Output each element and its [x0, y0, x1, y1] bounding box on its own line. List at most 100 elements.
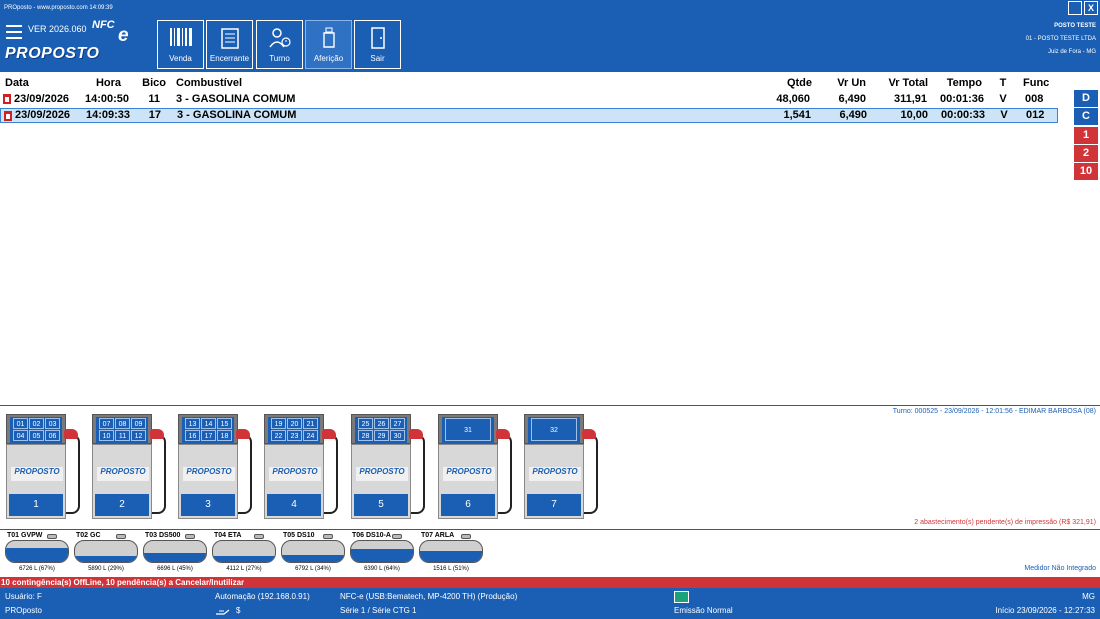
turno-info: Turno: 000525 - 23/09/2026 - 12:01:56 - … — [892, 408, 1096, 415]
posto-info: POSTO TESTE 01 - POSTO TESTE LTDA Juiz d… — [1026, 20, 1096, 59]
tank-fill-level — [420, 551, 482, 562]
pump-logo: PROPOSTO — [97, 467, 149, 481]
nozzle-03[interactable]: 03 — [45, 418, 60, 429]
cell-data: 23/09/2026 — [15, 109, 71, 121]
col-t[interactable]: T — [994, 76, 1012, 91]
nozzle-05[interactable]: 05 — [29, 430, 44, 441]
tank-body — [419, 540, 483, 563]
nozzle-08[interactable]: 08 — [115, 418, 130, 429]
nozzle-28[interactable]: 28 — [358, 430, 373, 441]
nozzle-11[interactable]: 11 — [115, 430, 130, 441]
nozzle-24[interactable]: 24 — [303, 430, 318, 441]
table-row[interactable]: 23/09/2026 14:00:50 11 3 - GASOLINA COMU… — [0, 92, 1058, 107]
tank-cap-icon — [116, 534, 126, 539]
pump-body: PROPOSTO 2 — [92, 444, 152, 519]
pump-3[interactable]: 13 14 15 16 17 18 PROPOSTO 3 — [176, 414, 262, 520]
fuel-nozzle-icon — [496, 429, 510, 439]
nozzle-29[interactable]: 29 — [374, 430, 389, 441]
tank-1[interactable]: T01 GVPW 6726 L (67%) — [3, 531, 71, 576]
nozzle-09[interactable]: 09 — [131, 418, 146, 429]
close-button[interactable]: X — [1084, 1, 1098, 15]
nozzle-06[interactable]: 06 — [45, 430, 60, 441]
side-button-d[interactable]: D — [1074, 90, 1098, 107]
pump-number: 2 — [95, 494, 149, 516]
emissao-indicator — [674, 591, 689, 603]
nozzle-30[interactable]: 30 — [390, 430, 405, 441]
tank-6[interactable]: T06 DS10-A 6390 L (64%) — [348, 531, 416, 576]
hose-icon — [584, 434, 598, 514]
barcode-icon — [158, 27, 203, 49]
tank-4[interactable]: T04 ETA 4112 L (27%) — [210, 531, 278, 576]
contingency-bar[interactable]: 10 contingência(s) OffLine, 10 pendência… — [0, 577, 1100, 588]
col-bico[interactable]: Bico — [136, 76, 166, 91]
nozzle-21[interactable]: 21 — [303, 418, 318, 429]
posto-city: Juiz de Fora - MG — [1047, 49, 1096, 55]
pump-7[interactable]: 32 PROPOSTO 7 — [522, 414, 608, 520]
document-icon — [4, 111, 12, 121]
turno-button[interactable]: Turno — [256, 20, 303, 69]
nozzle-18[interactable]: 18 — [217, 430, 232, 441]
nozzle-14[interactable]: 14 — [201, 418, 216, 429]
col-hora[interactable]: Hora — [85, 76, 121, 91]
col-func[interactable]: Func — [1023, 76, 1049, 91]
side-button-1[interactable]: 1 — [1074, 127, 1098, 144]
pump-display: 01 02 03 04 05 06 — [6, 414, 66, 444]
nozzle-01[interactable]: 01 — [13, 418, 28, 429]
table-row-selected[interactable]: 23/09/2026 14:09:33 17 3 - GASOLINA COMU… — [0, 108, 1058, 123]
hamburger-menu-icon[interactable] — [6, 25, 22, 39]
nozzle-26[interactable]: 26 — [374, 418, 389, 429]
tank-label: T07 ARLA — [421, 532, 455, 539]
pump-body: PROPOSTO 5 — [351, 444, 411, 519]
col-combustivel[interactable]: Combustível — [176, 76, 242, 91]
abastecimentos-grid: Data Hora Bico Combustível Qtde Vr Un Vr… — [0, 72, 1100, 406]
pump-6[interactable]: 31 PROPOSTO 6 — [436, 414, 522, 520]
col-data[interactable]: Data — [5, 76, 29, 91]
cell-vrun: 6,490 — [839, 109, 867, 121]
nozzle-22[interactable]: 22 — [271, 430, 286, 441]
minimize-button[interactable] — [1068, 1, 1082, 15]
nozzle-16[interactable]: 16 — [185, 430, 200, 441]
pump-5[interactable]: 25 26 27 28 29 30 PROPOSTO 5 — [349, 414, 435, 520]
pump-1[interactable]: 01 02 03 04 05 06 PROPOSTO 1 — [4, 414, 90, 520]
side-button-2[interactable]: 2 — [1074, 145, 1098, 162]
afericao-button[interactable]: Aferição — [305, 20, 352, 69]
tank-3[interactable]: T03 DS500 6696 L (45%) — [141, 531, 209, 576]
tank-2[interactable]: T02 GC 5890 L (29%) — [72, 531, 140, 576]
fuel-nozzle-icon — [582, 429, 596, 439]
col-qtde[interactable]: Qtde — [740, 76, 812, 91]
nozzle-02[interactable]: 02 — [29, 418, 44, 429]
tank-volume: 6696 L (45%) — [157, 566, 193, 572]
tank-label: T03 DS500 — [145, 532, 181, 539]
col-tempo[interactable]: Tempo — [935, 76, 982, 91]
nozzle-25[interactable]: 25 — [358, 418, 373, 429]
nozzle-10[interactable]: 10 — [99, 430, 114, 441]
tank-volume: 6792 L (34%) — [295, 566, 331, 572]
pump-4[interactable]: 19 20 21 22 23 24 PROPOSTO 4 — [262, 414, 348, 520]
nozzle-07[interactable]: 07 — [99, 418, 114, 429]
nozzle-19[interactable]: 19 — [271, 418, 286, 429]
nozzle-31[interactable]: 31 — [445, 418, 491, 441]
nozzle-32[interactable]: 32 — [531, 418, 577, 441]
nozzle-27[interactable]: 27 — [390, 418, 405, 429]
header-toolbar: VER 2026.060 NFC e PROPOSTO Venda Encerr… — [0, 16, 1100, 72]
nozzle-13[interactable]: 13 — [185, 418, 200, 429]
col-vrtotal[interactable]: Vr Total — [870, 76, 928, 91]
tank-5[interactable]: T05 DS10 6792 L (34%) — [279, 531, 347, 576]
sair-button[interactable]: Sair — [354, 20, 401, 69]
venda-button[interactable]: Venda — [157, 20, 204, 69]
nozzle-17[interactable]: 17 — [201, 430, 216, 441]
nozzle-04[interactable]: 04 — [13, 430, 28, 441]
encerrante-button[interactable]: Encerrante — [206, 20, 253, 69]
col-vrun[interactable]: Vr Un — [820, 76, 866, 91]
side-button-10[interactable]: 10 — [1074, 163, 1098, 180]
nozzle-15[interactable]: 15 — [217, 418, 232, 429]
side-button-c[interactable]: C — [1074, 108, 1098, 125]
tank-7[interactable]: T07 ARLA 1516 L (51%) — [417, 531, 485, 576]
nozzle-20[interactable]: 20 — [287, 418, 302, 429]
nozzle-23[interactable]: 23 — [287, 430, 302, 441]
pump-2[interactable]: 07 08 09 10 11 12 PROPOSTO 2 — [90, 414, 176, 520]
cell-vrtotal: 311,91 — [893, 93, 927, 105]
tank-body — [74, 540, 138, 563]
nozzle-12[interactable]: 12 — [131, 430, 146, 441]
afericao-label: Aferição — [313, 54, 344, 63]
